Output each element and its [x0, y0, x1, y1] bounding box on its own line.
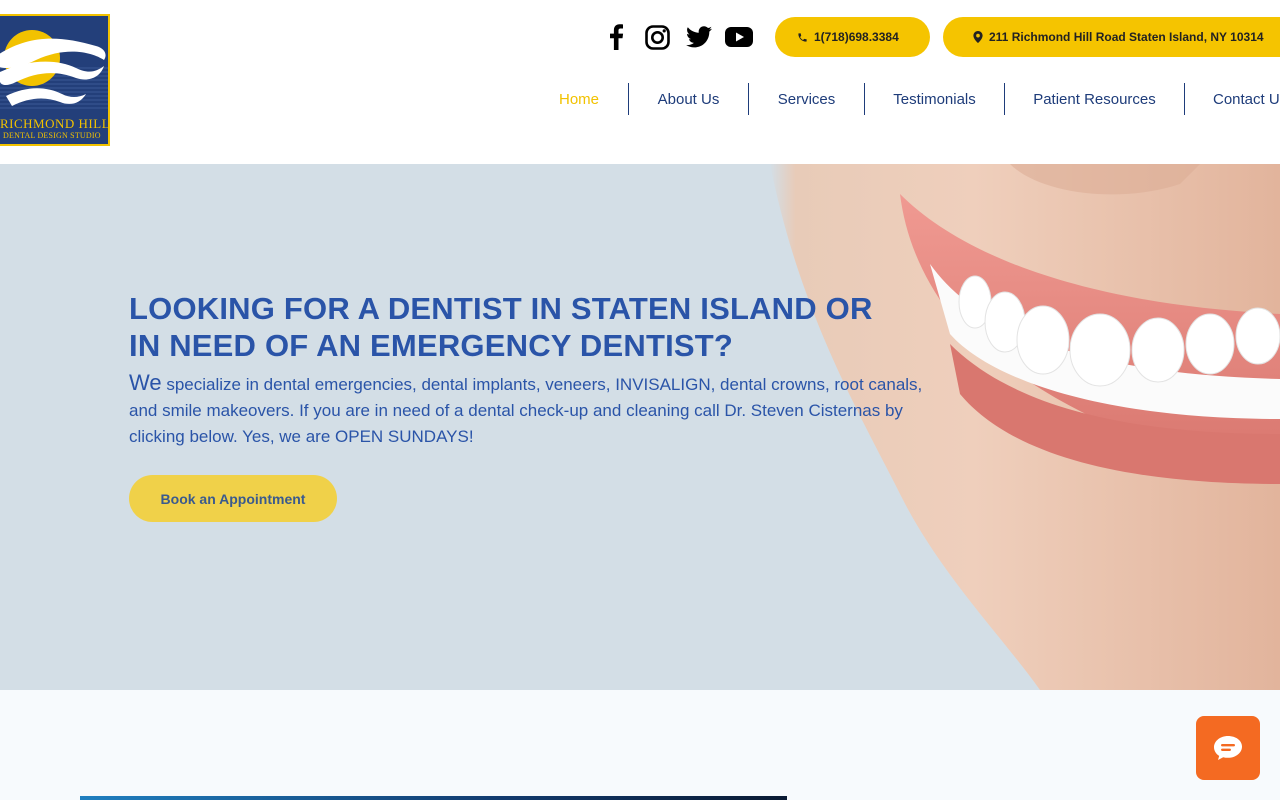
nav-about-us[interactable]: About Us — [629, 83, 748, 115]
logo-subtitle: DENTAL DESIGN STUDIO — [3, 131, 101, 140]
nav-patient-resources[interactable]: Patient Resources — [1005, 83, 1184, 115]
address-text: 211 Richmond Hill Road Staten Island, NY… — [989, 30, 1264, 44]
hero-heading-line2: IN NEED OF AN EMERGENCY DENTIST? — [129, 328, 734, 363]
hero-section: LOOKING FOR A DENTIST IN STATEN ISLAND O… — [0, 164, 1280, 690]
phone-button[interactable]: 1(718)698.3384 — [775, 17, 930, 57]
facebook-icon[interactable] — [602, 22, 630, 52]
section-banner-edge — [80, 796, 787, 800]
hero-heading: LOOKING FOR A DENTIST IN STATEN ISLAND O… — [129, 290, 949, 364]
logo-title: RICHMOND HILL — [0, 116, 110, 131]
site-header: RICHMOND HILL DENTAL DESIGN STUDIO 1(718… — [0, 0, 1280, 164]
site-logo[interactable]: RICHMOND HILL DENTAL DESIGN STUDIO — [0, 14, 110, 146]
phone-number: 1(718)698.3384 — [814, 30, 899, 44]
hero-heading-line1: LOOKING FOR A DENTIST IN STATEN ISLAND O… — [129, 291, 873, 326]
nav-home[interactable]: Home — [530, 83, 628, 115]
youtube-icon[interactable] — [724, 22, 754, 52]
hero-description: We specialize in dental emergencies, den… — [129, 370, 929, 450]
address-button[interactable]: 211 Richmond Hill Road Staten Island, NY… — [943, 17, 1280, 57]
lower-section — [0, 690, 1280, 800]
chat-bubble-icon — [1214, 736, 1242, 760]
twitter-icon[interactable] — [684, 22, 714, 52]
instagram-icon[interactable] — [642, 22, 672, 52]
main-nav: Home About Us Services Testimonials Pati… — [530, 82, 1280, 116]
map-pin-icon — [973, 31, 983, 43]
nav-contact-us[interactable]: Contact Us — [1185, 83, 1280, 115]
chat-button[interactable] — [1196, 716, 1260, 780]
nav-testimonials[interactable]: Testimonials — [865, 83, 1004, 115]
hero-description-text: specialize in dental emergencies, dental… — [129, 375, 923, 446]
nav-services[interactable]: Services — [749, 83, 864, 115]
phone-icon — [797, 32, 808, 43]
book-appointment-button[interactable]: Book an Appointment — [129, 475, 337, 522]
hero-description-lead: We — [129, 370, 162, 395]
